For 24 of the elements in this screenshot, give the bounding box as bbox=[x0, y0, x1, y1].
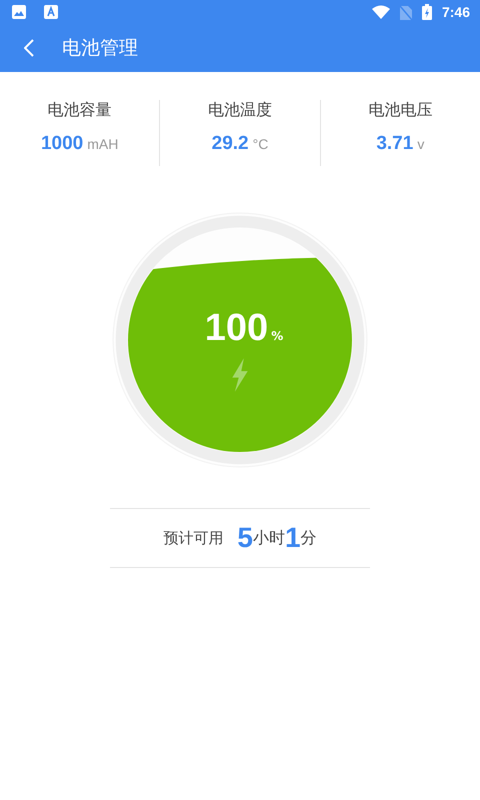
hours-unit: 小时 bbox=[253, 528, 285, 548]
clock-time: 7:46 bbox=[442, 4, 470, 20]
battery-charging-icon bbox=[422, 4, 432, 20]
hours-value: 5 bbox=[237, 522, 253, 554]
stat-value: 1000 bbox=[40, 133, 84, 155]
battery-percent: 100 bbox=[204, 307, 268, 350]
stat-label: 电池容量 bbox=[48, 100, 112, 121]
stat-unit: v bbox=[417, 136, 424, 152]
stat-unit: mAH bbox=[87, 136, 118, 152]
back-icon[interactable] bbox=[24, 39, 34, 57]
minutes-value: 1 bbox=[285, 522, 301, 554]
estimate-label: 预计可用 bbox=[163, 528, 224, 548]
page-title: 电池管理 bbox=[62, 36, 138, 61]
app-notification-icon bbox=[44, 5, 58, 19]
stat-value: 3.71 bbox=[376, 133, 414, 155]
image-icon bbox=[12, 5, 26, 19]
no-sim-icon bbox=[400, 4, 412, 20]
wifi-icon bbox=[372, 5, 390, 19]
stat-label: 电池电压 bbox=[368, 100, 432, 121]
stat-unit: °C bbox=[252, 136, 268, 152]
stat-label: 电池温度 bbox=[208, 100, 272, 121]
percent-sign: % bbox=[271, 329, 284, 343]
stat-value: 29.2 bbox=[212, 133, 249, 155]
minutes-unit: 分 bbox=[300, 528, 317, 548]
